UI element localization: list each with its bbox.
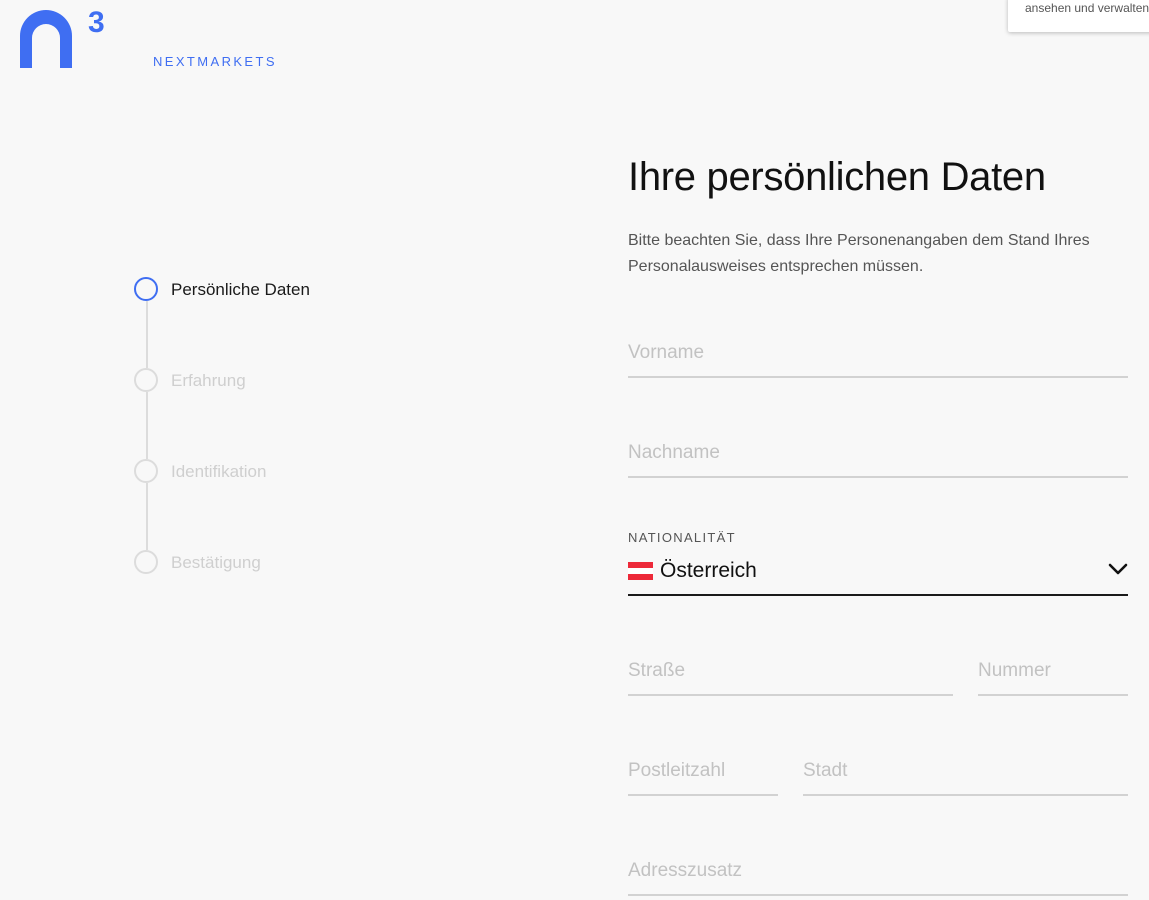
- city-field: [803, 756, 1128, 796]
- postal-code-input[interactable]: [628, 756, 778, 786]
- postal-code-field: [628, 756, 778, 796]
- austria-flag-icon: [628, 562, 653, 580]
- last-name-field: [628, 438, 1128, 478]
- step-connector: [146, 301, 148, 368]
- logo-superscript: 3: [88, 6, 105, 39]
- step-personal-data: Persönliche Daten: [134, 277, 434, 301]
- nextmarkets-logo[interactable]: [20, 10, 84, 68]
- step-connector: [146, 483, 148, 550]
- step-label: Persönliche Daten: [171, 280, 310, 299]
- city-input[interactable]: [803, 756, 1128, 786]
- step-label: Identifikation: [171, 462, 267, 481]
- step-label: Bestätigung: [171, 553, 261, 572]
- intro-text: Bitte beachten Sie, dass Ihre Personenan…: [628, 232, 1090, 275]
- chevron-down-icon[interactable]: [1108, 562, 1128, 576]
- street-field: [628, 656, 953, 696]
- step-connector: [146, 392, 148, 459]
- brand-name: NEXTMARKETS: [153, 54, 277, 69]
- nationality-select[interactable]: NATIONALITÄT Österreich: [628, 528, 1128, 596]
- street-input[interactable]: [628, 656, 953, 686]
- nationality-label: NATIONALITÄT: [628, 530, 736, 545]
- step-circle-icon: [134, 277, 158, 301]
- nationality-value: Österreich: [660, 559, 757, 582]
- step-circle-icon: [134, 368, 158, 392]
- step-circle-icon: [134, 550, 158, 574]
- address-extra-field: [628, 856, 1128, 896]
- house-number-field: [978, 656, 1128, 696]
- step-confirmation: Bestätigung: [134, 550, 434, 574]
- house-number-input[interactable]: [978, 656, 1128, 686]
- first-name-input[interactable]: [628, 338, 1128, 368]
- step-circle-icon: [134, 459, 158, 483]
- step-label: Erfahrung: [171, 371, 246, 390]
- notification-popup[interactable]: ansehen und verwalten: [1008, 0, 1149, 32]
- page-title: Ihre persönlichen Daten: [628, 155, 1046, 199]
- step-experience: Erfahrung: [134, 368, 434, 392]
- step-identification: Identifikation: [134, 459, 434, 483]
- notification-text: ansehen und verwalten: [1025, 1, 1149, 15]
- first-name-field: [628, 338, 1128, 378]
- address-extra-input[interactable]: [628, 856, 1128, 886]
- last-name-input[interactable]: [628, 438, 1128, 468]
